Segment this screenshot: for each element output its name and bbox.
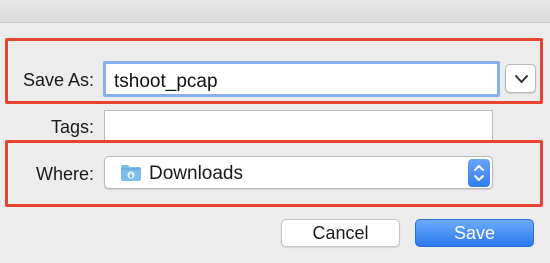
updown-chevrons-icon [474,165,484,181]
where-label: Where: [35,164,94,184]
where-value: Downloads [149,163,243,184]
chevron-down-icon [515,75,528,83]
tags-input[interactable] [104,110,493,142]
downloads-folder-icon [121,165,141,181]
save-as-value: tshoot_pcap [114,71,218,92]
where-popup-button[interactable]: Downloads [104,156,493,189]
tags-label: Tags: [50,117,94,137]
save-button[interactable]: Save [415,219,534,247]
save-as-label: Save As: [22,70,94,90]
save-as-input[interactable]: tshoot_pcap [103,61,500,97]
popup-arrows [468,159,490,187]
title-bar [0,0,550,23]
cancel-button[interactable]: Cancel [281,219,400,247]
expand-dialog-button[interactable] [505,64,536,93]
